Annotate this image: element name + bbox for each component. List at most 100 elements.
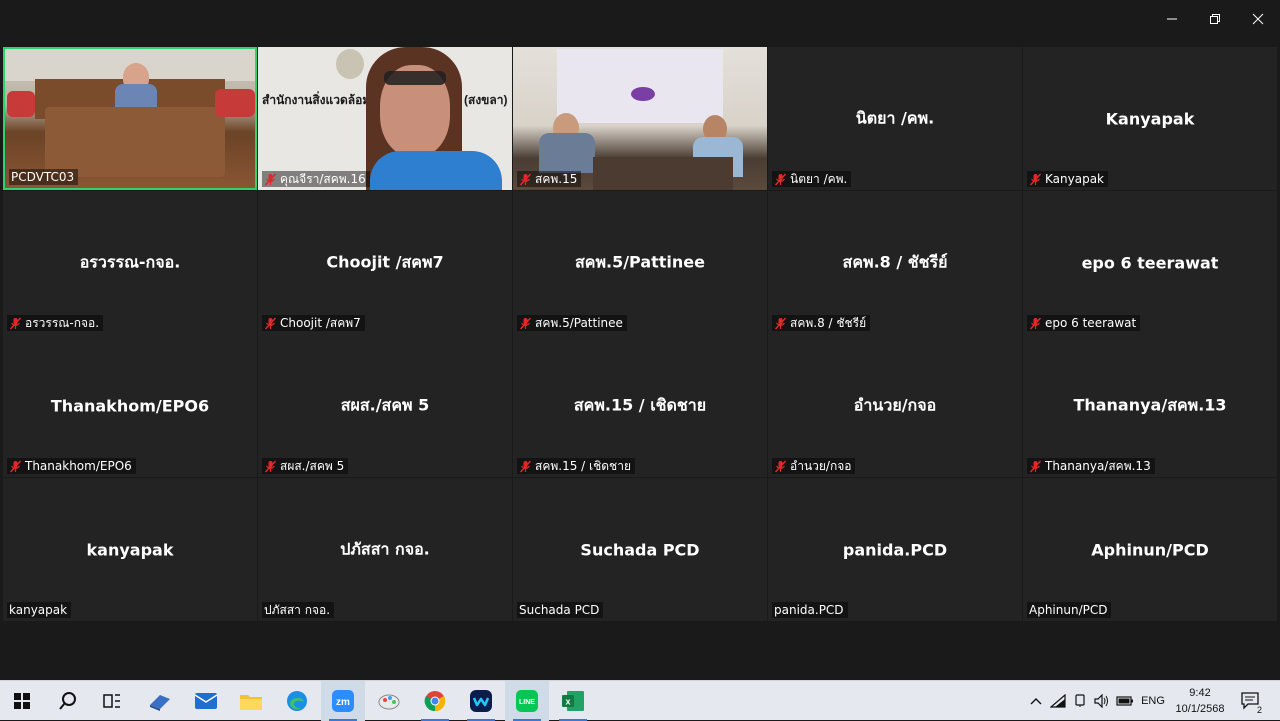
taskbar-app-excel[interactable]: x [551, 681, 595, 721]
participant-name-tag: อำนวย/กจอ [772, 458, 856, 474]
start-icon [14, 693, 30, 709]
volume-button[interactable] [1092, 681, 1112, 721]
participant-tile[interactable]: epo 6 teerawat epo 6 teerawat [1023, 191, 1277, 334]
participant-tile[interactable]: สคพ.15 / เชิดชาย สคพ.15 / เชิดชาย [513, 334, 767, 477]
participant-name-tag: PCDVTC03 [9, 169, 79, 185]
task-view-button[interactable] [90, 681, 134, 721]
participant-display-name: Kanyapak [1105, 109, 1195, 128]
participant-tile[interactable]: อำนวย/กจอ อำนวย/กจอ [768, 334, 1022, 477]
restore-icon [1210, 14, 1220, 24]
participant-name-label: อรวรรณ-กจอ. [25, 316, 100, 330]
file-explorer-icon [240, 695, 262, 710]
participant-name-label: Kanyapak [1045, 172, 1104, 186]
participant-name-label: ปภัสสา กจอ. [264, 603, 331, 617]
participant-tile[interactable]: kanyapak kanyapak [3, 478, 257, 621]
participant-name-label: epo 6 teerawat [1045, 316, 1137, 330]
participant-tile[interactable]: Thanakhom/EPO6 Thanakhom/EPO6 [3, 334, 257, 477]
participant-tile[interactable]: Suchada PCD Suchada PCD [513, 478, 767, 621]
task-view-icon [103, 694, 120, 708]
participant-name-tag: epo 6 teerawat [1027, 315, 1141, 331]
minimize-icon [1167, 18, 1177, 20]
minimize-button[interactable] [1151, 4, 1193, 34]
mic-muted-icon [519, 172, 532, 186]
mic-muted-icon [774, 459, 787, 473]
speaker-icon [1094, 694, 1108, 708]
participant-name-label: สคพ.5/Pattinee [535, 316, 623, 330]
participant-tile[interactable]: Thananya/สคพ.13 Thananya/สคพ.13 [1023, 334, 1277, 477]
participant-display-name: สคพ.8 / ชัชรีย์ [842, 252, 948, 271]
taskbar-clock[interactable]: 9:42 10/1/2568 [1170, 685, 1230, 717]
webex-icon [470, 690, 492, 712]
participant-name-tag: สคพ.5/Pattinee [517, 315, 627, 331]
line-icon: LINE [516, 690, 538, 712]
participant-tile[interactable]: สำนักงานสิ่งแวดล้อมแ (สงขลา) คุณจีรา/สคพ.1… [258, 47, 512, 190]
participant-tile[interactable]: Kanyapak Kanyapak [1023, 47, 1277, 190]
participant-name-label: Choojit /สคพ7 [280, 316, 361, 330]
participant-display-name: สผส./สคพ 5 [340, 395, 430, 414]
wifi-icon [1050, 694, 1066, 708]
device-icon [1075, 694, 1085, 707]
zoom-icon: zm [332, 690, 354, 712]
taskbar-app-edge[interactable] [275, 681, 319, 721]
participant-name-label: Thanakhom/EPO6 [25, 459, 132, 473]
participant-tile[interactable]: panida.PCD panida.PCD [768, 478, 1022, 621]
backdrop-text-2: (สงขลา) [464, 93, 508, 107]
start-button[interactable] [0, 681, 44, 721]
search-button[interactable] [46, 681, 90, 721]
camera-tray-button[interactable] [1070, 681, 1090, 721]
clock-time: 9:42 [1189, 687, 1211, 699]
restore-button[interactable] [1194, 4, 1236, 34]
participant-name-label: อำนวย/กจอ [790, 459, 852, 473]
excel-icon-label: x [565, 697, 570, 707]
participant-name-tag: Aphinun/PCD [1027, 602, 1112, 618]
paint-icon [378, 694, 400, 710]
taskbar-app-webex[interactable] [459, 681, 503, 721]
participant-name-tag: Choojit /สคพ7 [262, 315, 365, 331]
participant-tile[interactable]: สผส./สคพ 5 สผส./สคพ 5 [258, 334, 512, 477]
mail-icon [194, 693, 218, 709]
participant-gallery: PCDVTC03 สำนักงานสิ่งแวดล้อมแ (สงขลา) คุณจี… [3, 47, 1278, 622]
taskbar-app-line[interactable]: LINE [505, 681, 549, 721]
participant-name-tag: นิตยา /คพ. [772, 171, 852, 187]
notification-center-button[interactable]: 2 [1236, 681, 1266, 721]
participant-display-name: epo 6 teerawat [1081, 253, 1219, 272]
participant-name-tag: คุณจีรา/สคพ.16 [262, 171, 370, 187]
taskbar-app-meeting[interactable] [138, 681, 182, 721]
taskbar-app-mail[interactable] [184, 681, 228, 721]
taskbar-app-explorer[interactable] [229, 681, 273, 721]
backdrop-text: สำนักงานสิ่งแวดล้อมแ [262, 93, 378, 107]
participant-tile[interactable]: ปภัสสา กจอ. ปภัสสา กจอ. [258, 478, 512, 621]
participant-tile[interactable]: อรวรรณ-กจอ. อรวรรณ-กจอ. [3, 191, 257, 334]
participant-tile[interactable]: Aphinun/PCD Aphinun/PCD [1023, 478, 1277, 621]
participant-tile[interactable]: สคพ.15 [513, 47, 767, 190]
participant-tile[interactable]: นิตยา /คพ. นิตยา /คพ. [768, 47, 1022, 190]
taskbar-app-chrome[interactable] [413, 681, 457, 721]
participant-video [5, 49, 255, 188]
language-indicator[interactable]: ENG [1138, 681, 1168, 721]
chrome-icon [424, 691, 446, 712]
tray-overflow-button[interactable] [1026, 681, 1046, 721]
participant-tile[interactable]: Choojit /สคพ7 Choojit /สคพ7 [258, 191, 512, 334]
participant-name-tag: สผส./สคพ 5 [262, 458, 349, 474]
battery-button[interactable] [1114, 681, 1136, 721]
mic-muted-icon [1029, 459, 1042, 473]
mic-muted-icon [774, 172, 787, 186]
participant-tile[interactable]: สคพ.5/Pattinee สคพ.5/Pattinee [513, 191, 767, 334]
participant-name-label: kanyapak [9, 603, 68, 617]
close-button[interactable] [1237, 4, 1279, 34]
participant-tile[interactable]: PCDVTC03 [3, 47, 257, 190]
participant-display-name: panida.PCD [842, 540, 948, 559]
participant-display-name: สคพ.15 / เชิดชาย [573, 395, 707, 414]
search-icon [59, 692, 76, 710]
network-button[interactable] [1048, 681, 1068, 721]
taskbar-app-paint[interactable] [367, 681, 411, 721]
mic-muted-icon [519, 459, 532, 473]
participant-name-tag: สคพ.8 / ชัชรีย์ [772, 315, 871, 331]
participant-name-tag: kanyapak [7, 602, 72, 618]
taskbar-app-zoom[interactable]: zm [321, 681, 365, 721]
mic-muted-icon [774, 316, 787, 330]
participant-name-tag: สคพ.15 [517, 171, 582, 187]
edge-icon [287, 691, 307, 711]
participant-name-label: คุณจีรา/สคพ.16 [280, 172, 366, 186]
participant-tile[interactable]: สคพ.8 / ชัชรีย์ สคพ.8 / ชัชรีย์ [768, 191, 1022, 334]
